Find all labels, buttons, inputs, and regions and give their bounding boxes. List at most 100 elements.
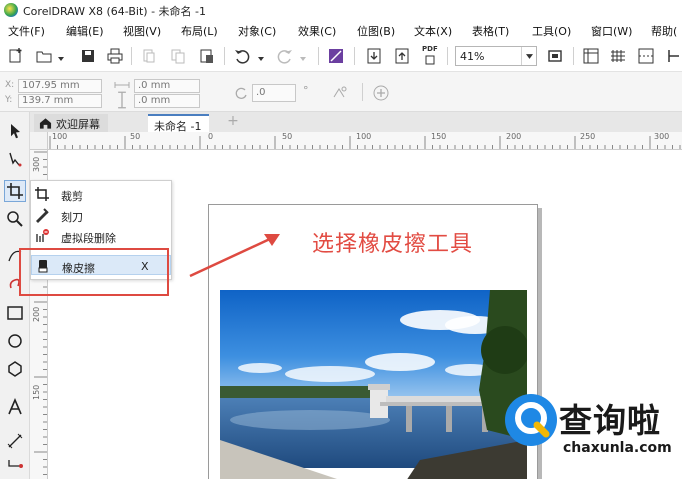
- redo-dropdown-caret-icon[interactable]: [300, 52, 306, 61]
- snap-to-icon[interactable]: [664, 46, 682, 66]
- ruler-h-label: 50: [130, 132, 141, 141]
- x-position-label: X:: [5, 80, 15, 90]
- menu-bitmaps[interactable]: 位图(B): [357, 23, 395, 39]
- flyout-item-virtual-segment-delete[interactable]: 虚拟段删除: [31, 226, 171, 246]
- ruler-h-label: 150: [431, 132, 447, 141]
- photo-image: [220, 290, 527, 479]
- window-title: CorelDRAW X8 (64-Bit) - 未命名 -1: [23, 5, 207, 18]
- menu-file[interactable]: 文件(F): [8, 23, 45, 39]
- width-icon: [114, 78, 130, 92]
- menu-bar: 文件(F) 编辑(E) 视图(V) 布局(L) 对象(C) 效果(C) 位图(B…: [0, 20, 682, 40]
- menu-window[interactable]: 窗口(W): [591, 23, 632, 39]
- toolbar-separator: [447, 47, 448, 65]
- flyout-item-label: 裁剪: [61, 190, 83, 203]
- toolbar-separator: [362, 83, 363, 101]
- mirror-icon[interactable]: [330, 83, 350, 103]
- menu-effects[interactable]: 效果(C): [298, 23, 336, 39]
- undo-icon[interactable]: [232, 46, 252, 66]
- save-icon[interactable]: [78, 46, 98, 66]
- import-icon[interactable]: [364, 46, 384, 66]
- menu-view[interactable]: 视图(V): [123, 23, 161, 39]
- property-bar: X: Y: 107.95 mm 139.7 mm .0 mm .0 mm .0 …: [0, 72, 682, 112]
- open-folder-icon[interactable]: [34, 46, 54, 66]
- menu-table[interactable]: 表格(T): [472, 23, 509, 39]
- flyout-item-knife[interactable]: 刻刀: [31, 205, 171, 225]
- zoom-level-select[interactable]: 41%: [455, 46, 537, 66]
- parallel-dimension-tool-icon[interactable]: [4, 430, 26, 452]
- height-field[interactable]: .0 mm: [134, 94, 200, 108]
- ruler-origin[interactable]: [30, 132, 48, 150]
- search-content-icon[interactable]: [326, 46, 346, 66]
- ruler-h-label: 200: [506, 132, 522, 141]
- rotation-angle-field[interactable]: .0: [252, 84, 296, 102]
- add-tab-button[interactable]: +: [226, 114, 240, 129]
- ruler-h-label: 250: [580, 132, 596, 141]
- crop-icon: [34, 186, 50, 202]
- export-icon[interactable]: [392, 46, 412, 66]
- copy-icon[interactable]: [168, 46, 188, 66]
- annotation-text: 选择橡皮擦工具: [312, 232, 474, 257]
- highlight-box: [19, 248, 169, 296]
- open-dropdown-caret-icon[interactable]: [58, 52, 64, 61]
- rectangle-tool-icon[interactable]: [4, 302, 26, 324]
- chevron-down-icon[interactable]: [521, 47, 536, 65]
- x-position-field[interactable]: 107.95 mm: [18, 79, 102, 93]
- paste-icon[interactable]: [197, 46, 217, 66]
- shape-tool-icon[interactable]: [4, 148, 26, 170]
- show-rulers-icon[interactable]: [581, 46, 601, 66]
- standard-toolbar: PDF 41%: [0, 40, 682, 72]
- ruler-h-label: 100: [356, 132, 372, 141]
- full-screen-icon[interactable]: [545, 46, 565, 66]
- pick-tool-icon[interactable]: [4, 120, 26, 142]
- y-position-field[interactable]: 139.7 mm: [18, 94, 102, 108]
- add-preset-icon[interactable]: [371, 83, 391, 103]
- undo-dropdown-caret-icon[interactable]: [258, 52, 264, 61]
- ruler-h-label: 0: [208, 132, 214, 141]
- publish-pdf-icon[interactable]: [420, 54, 440, 66]
- coreldraw-logo-icon: [4, 3, 18, 17]
- zoom-level-value: 41%: [460, 50, 485, 63]
- tab-document[interactable]: 未命名 -1: [148, 114, 210, 133]
- title-bar: CorelDRAW X8 (64-Bit) - 未命名 -1: [0, 0, 682, 20]
- chaxunla-logo-icon: [505, 394, 557, 446]
- show-grid-icon[interactable]: [608, 46, 628, 66]
- ruler-h-label: 100: [52, 132, 68, 141]
- virtual-segment-delete-icon: [34, 228, 50, 244]
- text-tool-icon[interactable]: [4, 396, 26, 418]
- menu-text[interactable]: 文本(X): [414, 23, 452, 39]
- menu-edit[interactable]: 编辑(E): [66, 23, 104, 39]
- width-field[interactable]: .0 mm: [134, 79, 200, 93]
- polygon-tool-icon[interactable]: [4, 358, 26, 380]
- cut-icon[interactable]: [139, 46, 159, 66]
- tab-welcome-screen[interactable]: 欢迎屏幕: [34, 114, 108, 132]
- toolbar-separator: [224, 47, 225, 65]
- document-tabs: 欢迎屏幕 未命名 -1 +: [30, 112, 682, 133]
- new-document-icon[interactable]: [6, 46, 26, 66]
- crop-tool-icon[interactable]: [4, 180, 26, 202]
- lake-pier-photo[interactable]: [220, 290, 527, 479]
- ellipse-tool-icon[interactable]: [4, 330, 26, 352]
- flyout-item-crop[interactable]: 裁剪: [31, 184, 171, 204]
- toolbar-separator: [318, 47, 319, 65]
- toolbar-separator: [573, 47, 574, 65]
- flyout-item-label: 刻刀: [61, 211, 83, 224]
- watermark-domain: chaxunla.com: [563, 440, 672, 456]
- toolbar-separator: [354, 47, 355, 65]
- menu-help[interactable]: 帮助(: [651, 23, 677, 39]
- toolbar-separator: [131, 47, 132, 65]
- menu-layout[interactable]: 布局(L): [181, 23, 218, 39]
- redo-icon[interactable]: [275, 46, 295, 66]
- ruler-h-label: 50: [282, 132, 293, 141]
- ruler-v-label: 200: [32, 306, 41, 322]
- flyout-item-label: 虚拟段删除: [61, 232, 116, 245]
- horizontal-ruler[interactable]: 100 50 0 50 100 150 200 250 300: [48, 132, 682, 150]
- ruler-v-label: 300: [32, 156, 41, 172]
- print-icon[interactable]: [105, 46, 125, 66]
- connector-tool-icon[interactable]: [4, 454, 26, 476]
- zoom-tool-icon[interactable]: [4, 208, 26, 230]
- menu-tools[interactable]: 工具(O): [532, 23, 571, 39]
- ruler-h-label: 300: [654, 132, 670, 141]
- menu-object[interactable]: 对象(C): [238, 23, 276, 39]
- knife-icon: [34, 207, 50, 223]
- show-guidelines-icon[interactable]: [636, 46, 656, 66]
